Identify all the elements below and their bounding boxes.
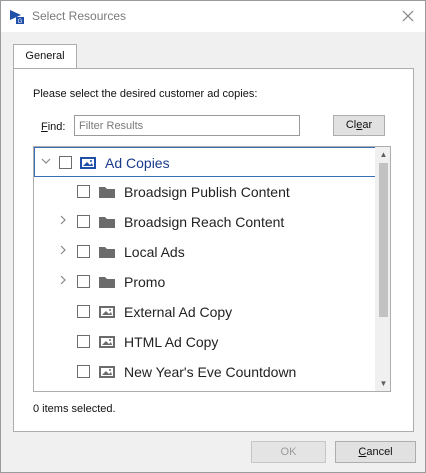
tree-row-local-ads[interactable]: Local Ads bbox=[34, 237, 377, 267]
title-bar: G Select Resources bbox=[1, 1, 425, 32]
clear-label-before: Cl bbox=[345, 119, 357, 131]
scroll-thumb[interactable] bbox=[379, 163, 388, 317]
tab-general[interactable]: General bbox=[13, 44, 77, 70]
tree-row-checkbox[interactable] bbox=[77, 365, 90, 378]
filter-results-input[interactable] bbox=[74, 115, 300, 136]
ad-copy-icon bbox=[99, 306, 115, 318]
tree-row-checkbox[interactable] bbox=[77, 275, 90, 288]
tree-row-promo[interactable]: Promo bbox=[34, 267, 377, 297]
tree-row-broadsign-publish-content[interactable]: Broadsign Publish Content bbox=[34, 177, 377, 207]
tree-row-label: Ad Copies bbox=[105, 155, 170, 171]
instructions-text: Please select the desired customer ad co… bbox=[33, 88, 258, 100]
tree-row-checkbox[interactable] bbox=[77, 215, 90, 228]
ad-copy-icon bbox=[99, 336, 115, 348]
folder-icon bbox=[99, 247, 115, 258]
tree-row-ad-copies[interactable]: Ad Copies bbox=[34, 147, 377, 177]
tree-row-checkbox[interactable] bbox=[77, 185, 90, 198]
general-panel: Please select the desired customer ad co… bbox=[13, 68, 414, 432]
chevron-right-icon[interactable] bbox=[58, 215, 68, 227]
tree-vertical-scrollbar[interactable]: ▲ ▼ bbox=[375, 147, 390, 391]
tree-row-checkbox[interactable] bbox=[77, 335, 90, 348]
tree-row-label: Broadsign Reach Content bbox=[124, 214, 285, 230]
tree-row-checkbox[interactable] bbox=[59, 156, 72, 169]
find-label-mnemonic: F bbox=[41, 121, 48, 133]
close-button[interactable] bbox=[397, 5, 419, 27]
tree-row-new-years-eve-countdown[interactable]: New Year's Eve Countdown bbox=[34, 357, 377, 387]
ad-copy-icon bbox=[99, 366, 115, 378]
cancel-label-rest: ancel bbox=[366, 446, 393, 458]
ad-copy-icon bbox=[80, 157, 96, 169]
chevron-down-icon[interactable] bbox=[41, 156, 51, 168]
ok-button[interactable]: OK bbox=[251, 441, 326, 463]
close-icon bbox=[402, 10, 414, 22]
find-label-rest: ind: bbox=[47, 121, 66, 133]
tree-row-external-ad-copy[interactable]: External Ad Copy bbox=[34, 297, 377, 327]
cancel-button[interactable]: Cancel bbox=[335, 441, 416, 463]
tree-row-html-ad-copy[interactable]: HTML Ad Copy bbox=[34, 327, 377, 357]
select-resources-dialog: G Select Resources General Please select… bbox=[0, 0, 426, 473]
tree-row-broadsign-reach-content[interactable]: Broadsign Reach Content bbox=[34, 207, 377, 237]
folder-icon bbox=[99, 187, 115, 198]
chevron-right-icon[interactable] bbox=[58, 275, 68, 287]
broadsign-app-icon: G bbox=[9, 9, 25, 25]
selection-status: 0 items selected. bbox=[33, 403, 116, 415]
tree-row-label: HTML Ad Copy bbox=[124, 334, 219, 350]
tree-row-label: Promo bbox=[124, 274, 166, 290]
tree-row-label: External Ad Copy bbox=[124, 304, 233, 320]
tree-row-label: Broadsign Publish Content bbox=[124, 184, 290, 200]
find-label: Find: bbox=[41, 121, 65, 133]
chevron-right-icon[interactable] bbox=[58, 245, 68, 257]
window-title: Select Resources bbox=[32, 9, 127, 23]
scroll-down-arrow-icon[interactable]: ▼ bbox=[376, 376, 390, 391]
tree-row-checkbox[interactable] bbox=[77, 245, 90, 258]
tree-row-label: New Year's Eve Countdown bbox=[124, 364, 297, 380]
svg-text:G: G bbox=[18, 19, 23, 25]
clear-button[interactable]: Clear bbox=[333, 115, 385, 136]
folder-icon bbox=[99, 277, 115, 288]
resource-tree[interactable]: Ad Copies Broadsign Publish Content Broa… bbox=[33, 146, 391, 392]
folder-icon bbox=[99, 217, 115, 228]
tree-row-label: Local Ads bbox=[124, 244, 185, 260]
clear-label-after: ar bbox=[362, 119, 373, 131]
tree-row-checkbox[interactable] bbox=[77, 305, 90, 318]
scroll-up-arrow-icon[interactable]: ▲ bbox=[376, 147, 390, 162]
